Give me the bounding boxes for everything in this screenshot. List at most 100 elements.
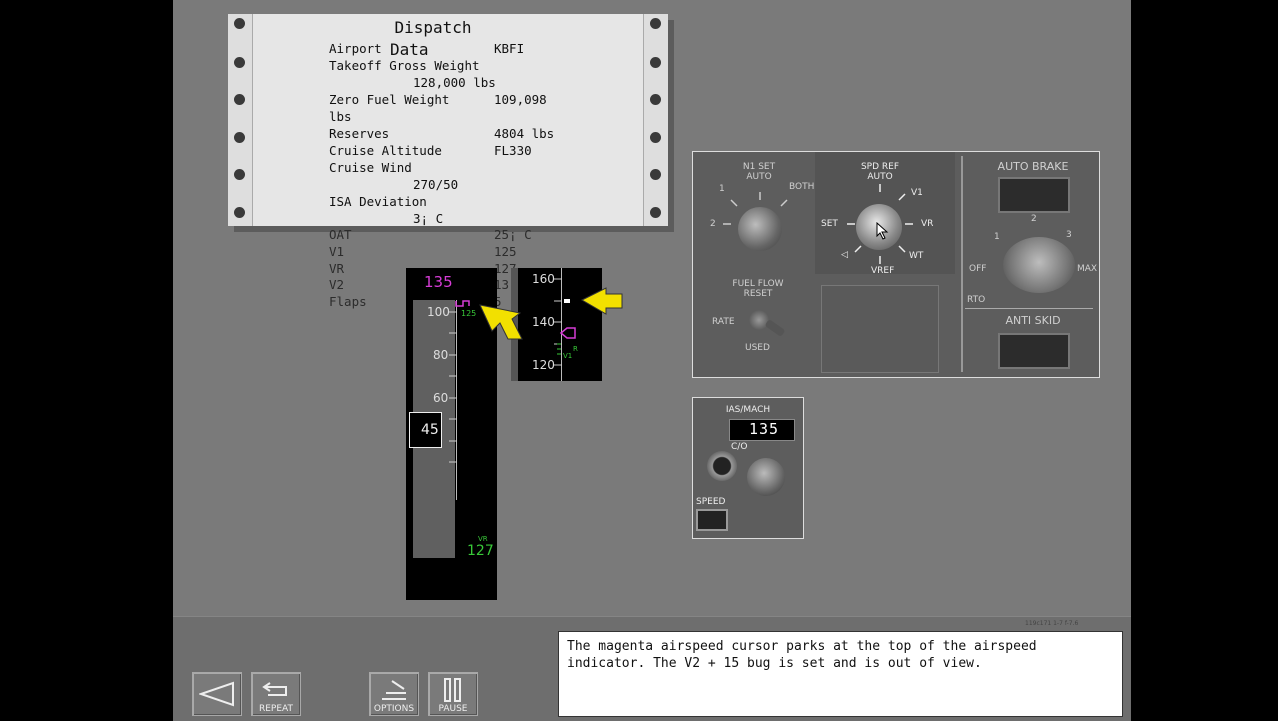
repeat-icon [262,682,287,696]
yellow-pointer-arrow [479,304,523,340]
pause-icon [444,678,461,702]
spd-ref-vref: VREF [871,266,895,276]
n1-set-pos2: 2 [710,219,716,229]
dispatch-label: Airport [329,41,382,56]
dispatch-value: 4804 lbs [494,126,555,141]
pause-button[interactable]: PAUSE [428,672,478,716]
options-button[interactable]: OPTIONS [369,672,419,716]
auto-brake-title: AUTO BRAKE [997,160,1069,173]
footer-reference: 119c171 1-7 f-7.6 [1025,620,1079,627]
speed-button[interactable] [696,509,728,531]
dispatch-label: Reserves [329,126,390,141]
changeover-label: C/O [731,442,748,452]
autothrottle-panel: N1 SET AUTO 1 BOTH 2 SPD REF AUTO V1 VR … [692,151,1100,378]
dispatch-label: Cruise Wind [329,160,412,175]
tractor-hole [234,57,245,68]
ias-mach-title: IAS/MACH [725,405,771,415]
tractor-hole [234,94,245,105]
ias-mach-readout: 135 [749,420,780,438]
current-speed-readout: 45 [421,422,439,438]
tractor-hole [650,132,661,143]
fuel-flow-sub: RESET [743,289,773,299]
spd-ref-mode: AUTO [867,172,893,182]
back-button[interactable] [192,672,242,716]
fuel-flow-used: USED [745,343,770,353]
tractor-hole [650,94,661,105]
n1-set-both: BOTH [789,182,815,192]
spd-ref-title: SPD REF [860,162,900,172]
auto-brake-max: MAX [1077,264,1098,274]
dispatch-label: ISA Deviation [329,194,427,209]
dispatch-data-sheet: Dispatch [228,14,668,226]
repeat-label: REPEAT [258,704,293,714]
dispatch-value: 25¡ C [494,227,532,242]
repeat-button[interactable]: REPEAT [251,672,301,716]
auto-brake-pos1: 1 [994,232,1000,242]
v1-zoom-bug-label: V1 [563,352,573,360]
auto-brake-rto: RTO [967,295,986,305]
tractor-hole [234,132,245,143]
spd-ref-set: SET [821,219,838,229]
options-label: OPTIONS [373,704,415,714]
dispatch-value: 3¡ C [413,211,444,226]
ias-mach-panel: IAS/MACH 135 C/O SPEED [692,397,804,539]
tractor-hole [234,169,245,180]
vr-speed-readout: 127 [467,543,494,559]
tractor-hole [650,18,661,29]
v1-bug-label: 125 [461,309,477,318]
yellow-pointer-arrow [580,287,623,315]
ias-mach-knob[interactable] [747,458,785,496]
fuel-flow-toggle-lever [764,318,786,338]
dispatch-value: 270/50 [413,177,459,192]
dispatch-value: KBFI [494,41,525,56]
tractor-strip-left [228,14,253,226]
dispatch-title: Dispatch [394,18,472,37]
n1-set-title: N1 SET [742,162,776,172]
n1-set-knob[interactable] [738,207,782,251]
anti-skid-annunciator [998,333,1070,369]
dispatch-label: V1 [329,244,345,259]
tractor-hole [650,57,661,68]
dispatch-label: Zero Fuel Weight [329,92,450,107]
tractor-strip-right [643,14,668,226]
tractor-hole [234,207,245,218]
auto-brake-annunciator [998,177,1070,213]
speed-label: SPEED [696,497,726,507]
tractor-hole [650,207,661,218]
caption-text: The magenta airspeed cursor parks at the… [567,639,1037,671]
fuel-flow-title: FUEL FLOW [732,279,784,289]
anti-skid-title: ANTI SKID [1005,314,1061,327]
auto-brake-off: OFF [969,264,987,274]
panel-divider [961,156,963,372]
auto-brake-pos2: 2 [1031,214,1037,224]
blank-placard [821,285,939,373]
vr-label: VR [478,535,488,543]
tractor-hole [650,169,661,180]
mouse-cursor-icon [876,222,889,240]
r-bug-label: R [573,345,578,353]
dispatch-value: 128,000 lbs [413,75,496,90]
dispatch-title-word2: Data [390,40,429,59]
caption-box: The magenta airspeed cursor parks at the… [558,631,1123,717]
dispatch-label: Takeoff Gross Weight [329,58,480,73]
dispatch-label: Flaps [329,294,367,309]
pause-label: PAUSE [438,704,468,714]
n1-set-mode: AUTO [746,172,772,182]
dispatch-label: V2 [329,277,345,292]
dispatch-value: FL330 [494,143,532,158]
dispatch-label: VR [329,261,345,276]
fuel-flow-rate: RATE [712,317,735,327]
dispatch-label: OAT [329,227,352,242]
airspeed-tape-zoomed: 160 140 120 R V1 [511,268,602,381]
panel-divider-h [965,308,1093,309]
dispatch-label: Cruise Altitude [329,143,442,158]
auto-brake-selector[interactable] [1003,237,1075,293]
options-icon [382,680,406,700]
auto-brake-pos3: 3 [1066,230,1072,240]
tape-zoom-markings [554,278,576,366]
back-arrow-icon [199,681,234,707]
dispatch-unit: lbs [329,109,352,124]
changeover-button[interactable] [707,451,737,481]
dispatch-value: 125 [494,244,517,259]
dispatch-value: 109,098 [494,92,547,107]
